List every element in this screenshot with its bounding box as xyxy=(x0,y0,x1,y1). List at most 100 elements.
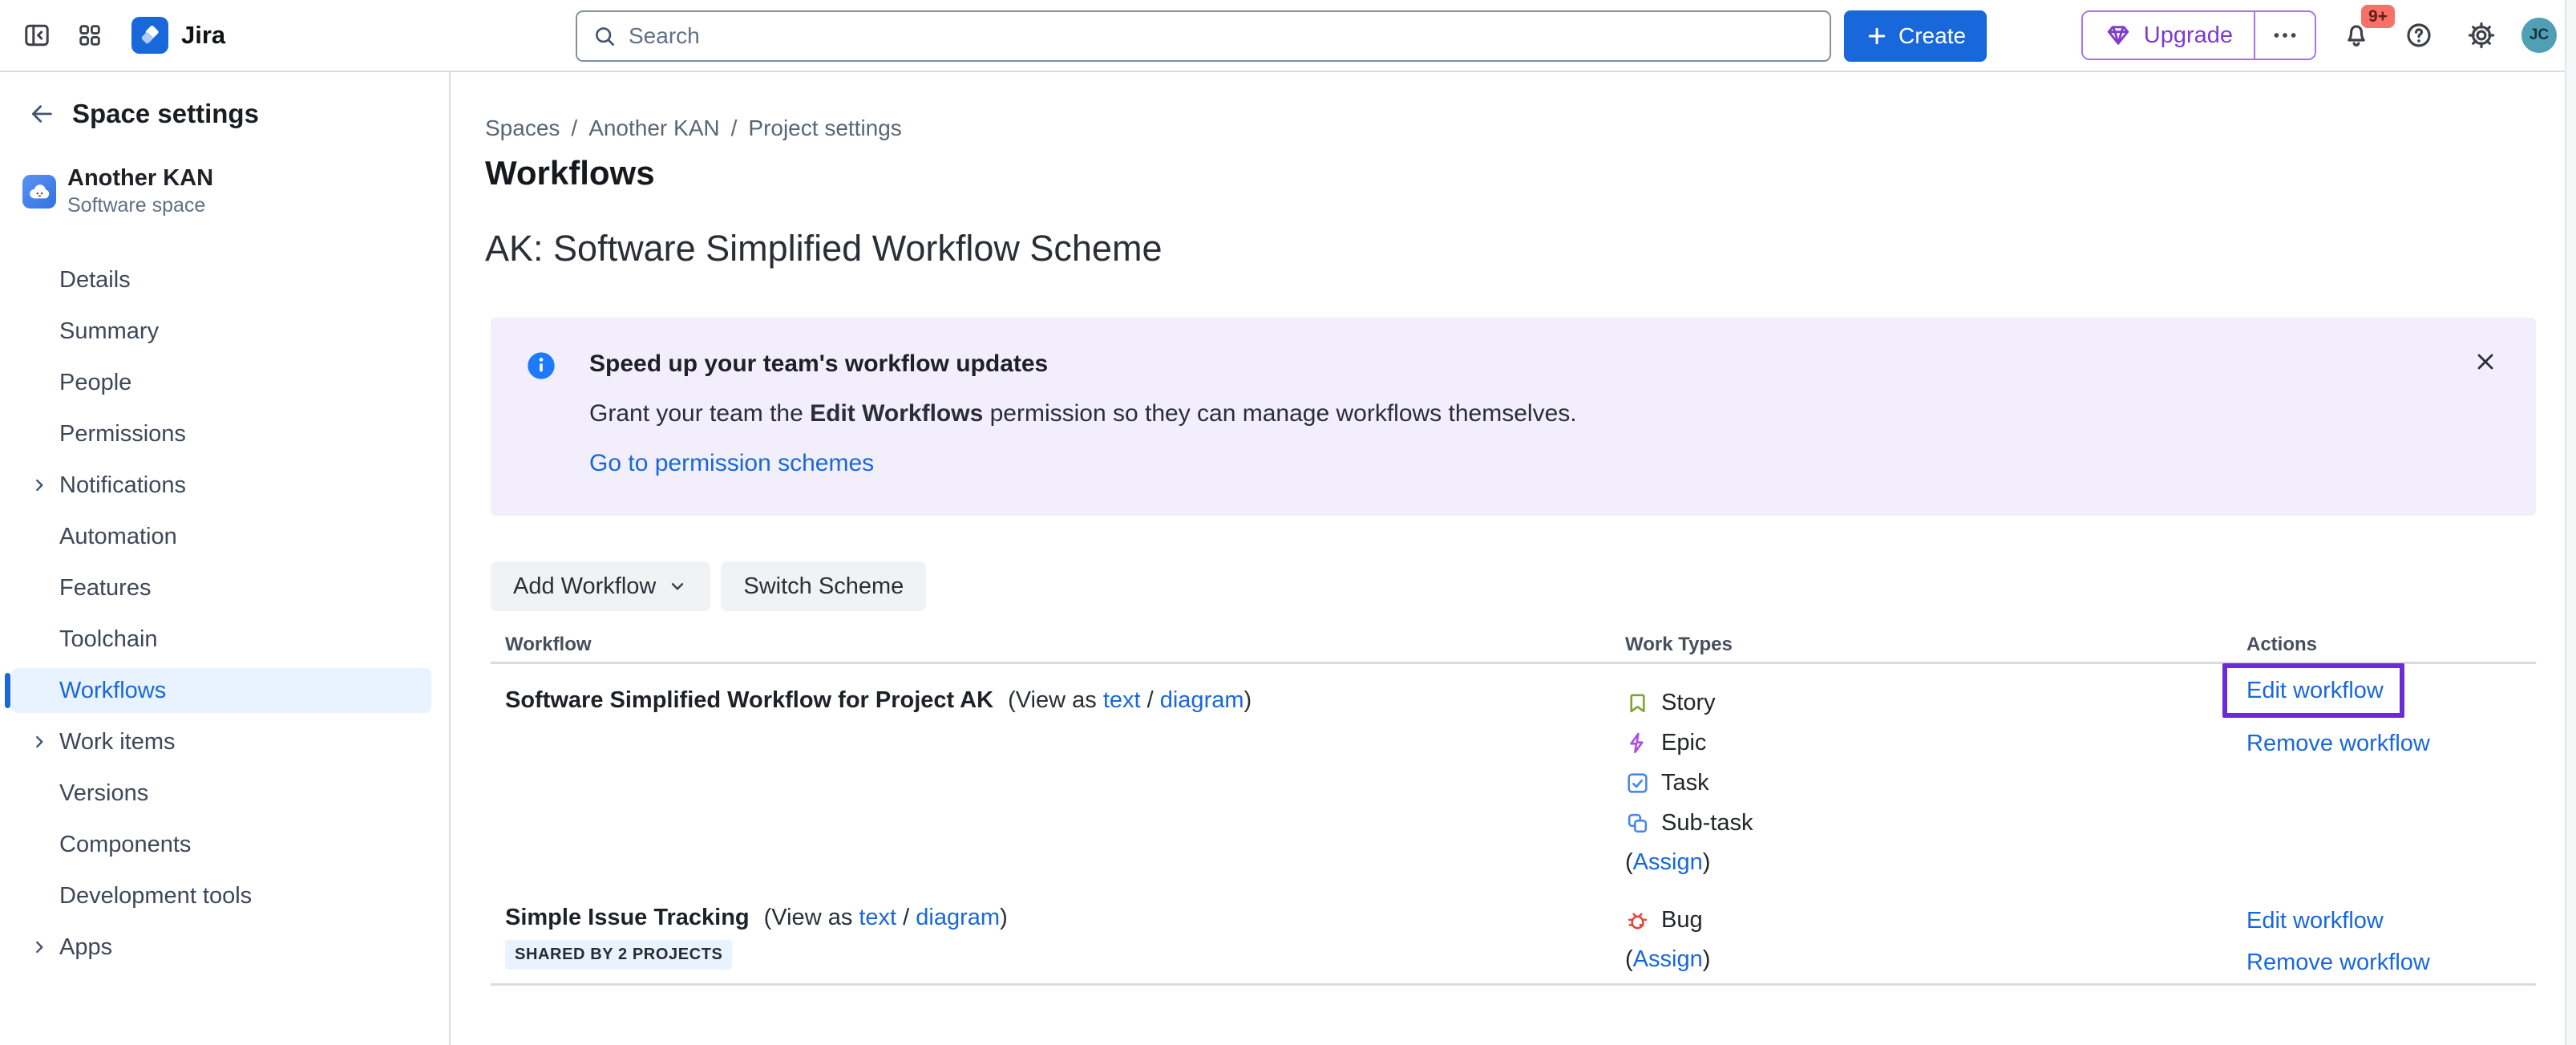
sidebar-item-components[interactable]: Components xyxy=(11,822,431,867)
sidebar-item-apps[interactable]: Apps xyxy=(11,925,431,970)
upgrade-button-group: Upgrade xyxy=(2081,10,2316,60)
sidebar-item-permissions[interactable]: Permissions xyxy=(11,411,431,456)
sidebar-item-versions[interactable]: Versions xyxy=(11,771,431,816)
sidebar-item-label: Work items xyxy=(59,729,175,755)
bug-icon xyxy=(1625,908,1650,933)
upgrade-more-button[interactable] xyxy=(2255,12,2315,59)
work-types-cell: Bug(Assign) xyxy=(1625,881,2246,983)
banner-close-button[interactable] xyxy=(2470,346,2501,377)
workflow-cell: Simple Issue Tracking(View as text / dia… xyxy=(491,881,1625,983)
sidebar-item-summary[interactable]: Summary xyxy=(11,309,431,354)
app-title: Jira xyxy=(181,21,225,50)
project-name: Another KAN xyxy=(67,165,213,192)
shared-badge: SHARED BY 2 PROJECTS xyxy=(505,940,732,970)
view-as-text-link[interactable]: text xyxy=(859,905,896,930)
task-icon xyxy=(1625,771,1650,796)
edit-workflow-link[interactable]: Edit workflow xyxy=(2246,674,2384,707)
work-type-label: Story xyxy=(1661,690,1716,716)
sidebar-item-work-items[interactable]: Work items xyxy=(11,719,431,764)
vertical-scrollbar[interactable] xyxy=(2565,0,2576,1045)
project-avatar xyxy=(22,175,56,209)
work-type-story: Story xyxy=(1625,682,2246,723)
breadcrumb-project[interactable]: Another KAN xyxy=(588,115,719,141)
assign-line: (Assign) xyxy=(1625,940,2246,978)
help-icon xyxy=(2404,20,2434,51)
jira-logo[interactable] xyxy=(131,17,168,54)
work-type-label: Task xyxy=(1661,770,1709,796)
scheme-title: AK: Software Simplified Workflow Scheme xyxy=(485,228,2536,269)
sidebar-item-label: Versions xyxy=(59,780,148,807)
back-button[interactable] xyxy=(24,96,59,132)
project-type: Software space xyxy=(67,194,213,217)
info-banner: Speed up your team's workflow updates Gr… xyxy=(491,318,2536,516)
workflow-name: Simple Issue Tracking xyxy=(505,905,750,931)
app-switcher-button[interactable] xyxy=(67,13,112,58)
assign-link[interactable]: Assign xyxy=(1633,946,1703,973)
plus-icon xyxy=(1865,24,1889,48)
page-title: Workflows xyxy=(485,154,2536,192)
column-header-workflow: Workflow xyxy=(491,634,1625,656)
sidebar-item-development-tools[interactable]: Development tools xyxy=(11,873,431,918)
sidebar-item-people[interactable]: People xyxy=(11,360,431,405)
sidebar-item-workflows[interactable]: Workflows xyxy=(11,668,431,713)
upgrade-button[interactable]: Upgrade xyxy=(2083,12,2254,59)
work-type-bug: Bug xyxy=(1625,900,2246,940)
sidebar-title: Space settings xyxy=(72,99,259,129)
view-as-diagram-link[interactable]: diagram xyxy=(1160,687,1244,713)
main-content: Spaces / Another KAN / Project settings … xyxy=(452,72,2565,1045)
search-icon xyxy=(592,23,617,49)
workflow-row-1: Software Simplified Workflow for Project… xyxy=(491,664,2536,881)
breadcrumb-spaces[interactable]: Spaces xyxy=(485,115,560,141)
epic-icon xyxy=(1625,731,1650,755)
assign-link[interactable]: Assign xyxy=(1633,849,1703,876)
global-search[interactable] xyxy=(576,10,1831,62)
gem-icon xyxy=(2104,21,2133,50)
remove-workflow-link[interactable]: Remove workflow xyxy=(2246,942,2430,983)
user-avatar[interactable]: JC xyxy=(2521,18,2557,53)
switch-scheme-button[interactable]: Switch Scheme xyxy=(721,561,926,611)
assign-line: (Assign) xyxy=(1625,843,2246,881)
work-type-epic: Epic xyxy=(1625,723,2246,763)
breadcrumb-separator: / xyxy=(731,115,738,141)
table-header: Workflow Work Types Actions xyxy=(491,627,2536,662)
breadcrumb: Spaces / Another KAN / Project settings xyxy=(485,115,2536,141)
help-button[interactable] xyxy=(2396,13,2441,58)
workflows-table: Workflow Work Types Actions Software Sim… xyxy=(491,627,2536,986)
remove-workflow-link[interactable]: Remove workflow xyxy=(2246,726,2430,761)
breadcrumb-separator: / xyxy=(571,115,577,141)
info-icon xyxy=(525,350,557,382)
work-type-task: Task xyxy=(1625,763,2246,803)
sidebar-item-automation[interactable]: Automation xyxy=(11,514,431,559)
create-button[interactable]: Create xyxy=(1844,10,1987,62)
settings-button[interactable] xyxy=(2459,13,2504,58)
sidebar-item-toolchain[interactable]: Toolchain xyxy=(11,617,431,662)
sidebar-item-label: Components xyxy=(59,832,191,858)
sidebar-item-label: Notifications xyxy=(59,472,186,499)
project-header: Another KAN Software space xyxy=(0,165,449,217)
actions-cell: Edit workflow Remove workflow xyxy=(2246,664,2536,881)
work-type-label: Sub-task xyxy=(1661,810,1753,836)
edit-workflow-link[interactable]: Edit workflow xyxy=(2246,900,2384,942)
sidebar-item-notifications[interactable]: Notifications xyxy=(11,463,431,508)
grid-icon xyxy=(76,22,103,49)
notification-count-badge: 9+ xyxy=(2361,5,2395,28)
space-settings-sidebar: Space settings Another KAN Software spac… xyxy=(0,72,451,1045)
sidebar-item-label: Permissions xyxy=(59,421,186,448)
work-types-cell: Story Epic Task Sub-task (Assign) xyxy=(1625,664,2246,881)
selected-indicator xyxy=(5,673,10,708)
view-as-diagram-link[interactable]: diagram xyxy=(916,905,1000,930)
search-input[interactable] xyxy=(629,23,1815,49)
sidebar-collapse-button[interactable] xyxy=(14,13,59,58)
permission-schemes-link[interactable]: Go to permission schemes xyxy=(589,449,874,478)
arrow-left-icon xyxy=(28,100,55,128)
chevron-right-icon xyxy=(29,937,50,958)
sidebar-item-details[interactable]: Details xyxy=(11,257,431,302)
add-workflow-button[interactable]: Add Workflow xyxy=(491,561,710,611)
banner-body: Grant your team the Edit Workflows permi… xyxy=(589,399,2440,428)
view-as: (View as text / diagram) xyxy=(1008,687,1252,714)
breadcrumb-project-settings[interactable]: Project settings xyxy=(748,115,901,141)
view-as-text-link[interactable]: text xyxy=(1103,687,1141,713)
sidebar-item-label: People xyxy=(59,370,131,396)
sidebar-item-features[interactable]: Features xyxy=(11,565,431,610)
sidebar-item-label: Details xyxy=(59,267,131,294)
